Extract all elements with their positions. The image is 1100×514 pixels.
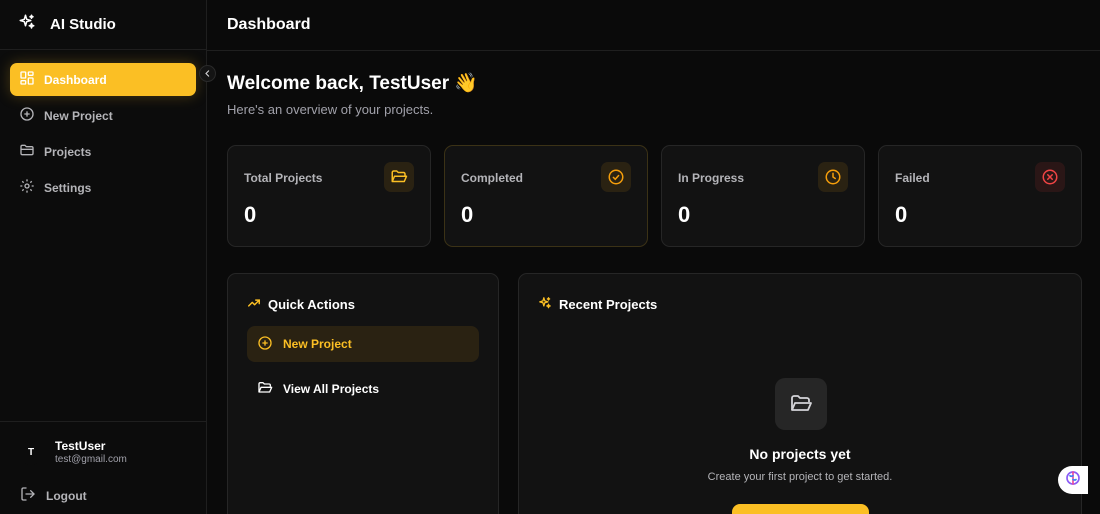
sidebar-item-settings[interactable]: Settings [10,171,196,204]
gear-icon [19,178,35,197]
stat-value: 0 [895,202,908,227]
main-content: Welcome back, TestUser 👋 Here's an overv… [227,51,1082,514]
user-info: TestUser test@gmail.com [55,439,127,466]
quick-action-view-all-projects-button[interactable]: View All Projects [247,371,479,407]
empty-state-description: Create your first project to get started… [707,471,893,483]
trending-up-icon [247,296,261,313]
stat-card-completed: Completed 0 [444,145,648,247]
stat-value: 0 [461,202,474,227]
stat-card-in-progress: In Progress 0 [661,145,865,247]
app-root: AI Studio Dashboard New Project Projects… [0,0,1100,514]
stat-value: 0 [244,202,257,227]
stat-card-failed: Failed 0 [878,145,1082,247]
layout-grid-icon [19,70,35,89]
stat-card-total-projects: Total Projects 0 [227,145,431,247]
folder-open-icon [257,380,273,399]
quick-action-new-project-button[interactable]: New Project [247,326,479,362]
collapse-sidebar-button[interactable] [199,65,216,82]
panel-title-label: Quick Actions [268,297,355,312]
empty-state-title: No projects yet [749,446,851,462]
sidebar-item-projects[interactable]: Projects [10,135,196,168]
chevron-left-icon [203,65,212,83]
brand-name: AI Studio [50,16,116,33]
brand[interactable]: AI Studio [0,0,206,50]
sidebar-nav: Dashboard New Project Projects Settings [0,50,206,204]
quick-actions-title: Quick Actions [247,296,355,313]
logout-icon [20,486,36,505]
plus-circle-icon [19,106,35,125]
logout-label: Logout [46,488,87,503]
welcome-subtitle: Here's an overview of your projects. [227,102,434,117]
plus-circle-icon [257,335,273,354]
sidebar-item-label: New Project [44,108,113,123]
top-header: Dashboard [207,0,1100,51]
quick-action-label: New Project [283,337,352,351]
stat-label: In Progress [678,171,745,185]
stat-label: Failed [895,171,930,185]
empty-state-folder-icon [775,378,827,430]
user-profile[interactable]: T TestUser test@gmail.com [19,439,127,466]
assistant-floating-button[interactable] [1058,466,1088,494]
stat-label: Total Projects [244,171,323,185]
avatar: T [19,440,43,465]
page-title: Dashboard [227,16,311,33]
panel-title-label: Recent Projects [559,297,658,312]
sidebar-item-dashboard[interactable]: Dashboard [10,63,196,96]
check-circle-icon [601,162,631,192]
x-circle-icon [1035,162,1065,192]
create-project-button[interactable] [732,504,869,514]
sidebar-item-label: Dashboard [44,72,107,87]
clock-icon [818,162,848,192]
welcome-heading: Welcome back, TestUser 👋 [227,73,479,94]
user-email: test@gmail.com [55,454,127,465]
sidebar: AI Studio Dashboard New Project Projects… [0,0,207,514]
recent-projects-panel: Recent Projects No projects yet Create y… [518,273,1082,514]
quick-action-label: View All Projects [283,382,380,396]
sparkles-icon [538,296,552,313]
stat-label: Completed [461,171,524,185]
sparkles-icon [18,13,36,36]
user-box: T TestUser test@gmail.com Logout [0,421,206,514]
logout-button[interactable]: Logout [20,486,87,505]
sidebar-item-label: Settings [44,180,92,195]
sidebar-item-new-project[interactable]: New Project [10,99,196,132]
sidebar-item-label: Projects [44,144,92,159]
stat-value: 0 [678,202,691,227]
folder-open-icon [384,162,414,192]
recent-projects-title: Recent Projects [538,296,657,313]
folder-icon [19,142,35,161]
quick-actions-panel: Quick Actions New Project View All Proje… [227,273,499,514]
user-name: TestUser [55,439,106,453]
brain-icon [1064,469,1082,492]
